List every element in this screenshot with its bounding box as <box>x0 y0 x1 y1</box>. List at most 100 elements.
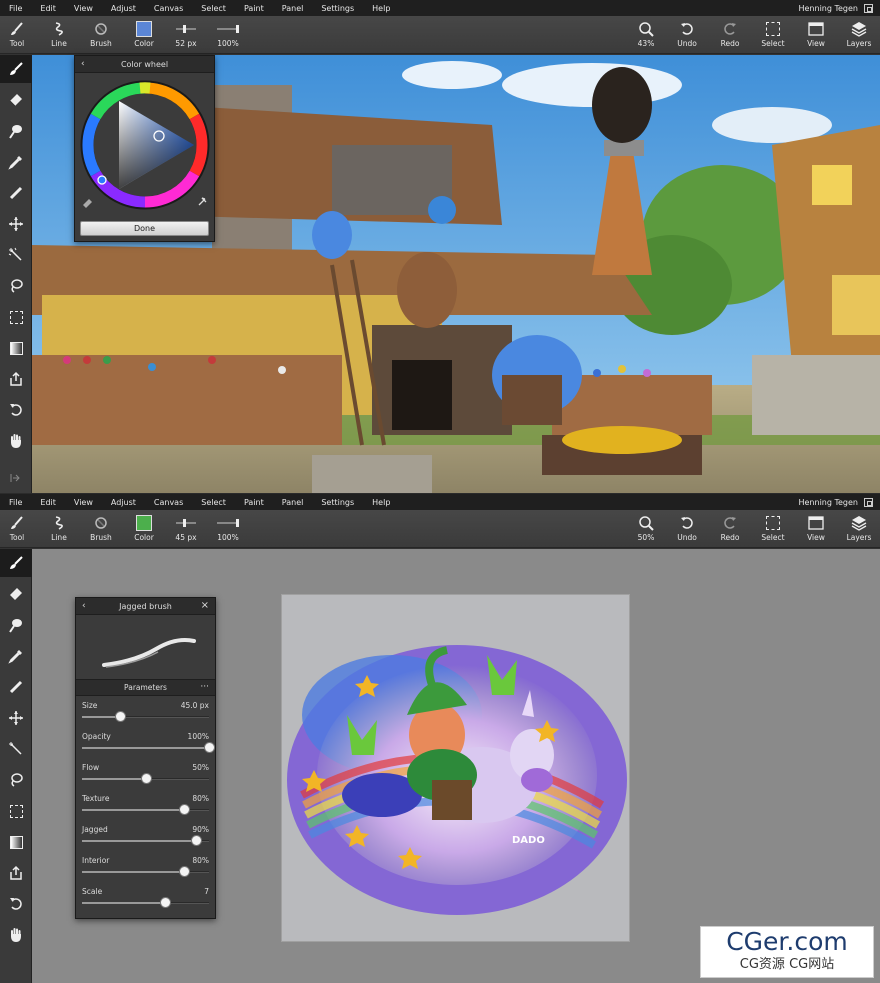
param-track[interactable] <box>82 835 209 846</box>
menu-file[interactable]: File <box>0 4 31 13</box>
eyedropper-icon[interactable] <box>198 197 207 206</box>
param-texture[interactable]: Texture 80% <box>82 794 209 825</box>
param-size[interactable]: Size 45.0 px <box>82 701 209 732</box>
tool-button[interactable]: Tool <box>0 513 35 547</box>
menu-view[interactable]: View <box>65 498 102 507</box>
tool-magic-wand[interactable] <box>0 735 32 763</box>
tool-magic-wand[interactable] <box>0 241 32 269</box>
line-button[interactable]: Line <box>41 513 77 547</box>
tool-lasso[interactable] <box>0 272 32 300</box>
zoom-control[interactable]: 43% <box>628 19 664 53</box>
menu-canvas[interactable]: Canvas <box>145 4 192 13</box>
menu-help[interactable]: Help <box>363 498 399 507</box>
eraser-icon[interactable] <box>83 199 92 208</box>
tool-eraser[interactable] <box>0 580 32 608</box>
param-track[interactable] <box>82 773 209 784</box>
select-button[interactable]: Select <box>755 19 791 53</box>
fullscreen-icon[interactable] <box>864 3 873 13</box>
tool-eraser[interactable] <box>0 86 32 114</box>
line-button[interactable]: Line <box>41 19 77 53</box>
menu-paint[interactable]: Paint <box>235 4 273 13</box>
close-icon[interactable]: × <box>201 600 209 611</box>
tool-marquee[interactable] <box>0 303 32 331</box>
param-knob[interactable] <box>115 711 127 722</box>
undo-button[interactable]: Undo <box>669 19 705 53</box>
tool-brush[interactable] <box>0 55 32 83</box>
param-interior[interactable]: Interior 80% <box>82 856 209 887</box>
menu-edit[interactable]: Edit <box>31 4 65 13</box>
size-control[interactable]: 45 px <box>168 513 204 547</box>
tool-hand[interactable] <box>0 921 32 949</box>
tool-gradient[interactable] <box>0 828 32 856</box>
done-button[interactable]: Done <box>80 221 209 236</box>
menu-adjust[interactable]: Adjust <box>102 498 145 507</box>
menu-edit[interactable]: Edit <box>31 498 65 507</box>
tool-share[interactable] <box>0 365 32 393</box>
tool-rotate[interactable] <box>0 890 32 918</box>
menu-settings[interactable]: Settings <box>312 498 363 507</box>
canvas-artwork-unicorn[interactable]: DADO <box>281 594 630 942</box>
param-knob[interactable] <box>204 742 215 753</box>
param-knob[interactable] <box>140 773 152 784</box>
layers-button[interactable]: Layers <box>841 513 877 547</box>
tool-ruler[interactable] <box>0 673 32 701</box>
fullscreen-icon[interactable] <box>864 497 873 507</box>
tool-move[interactable] <box>0 210 32 238</box>
tool-rotate[interactable] <box>0 396 32 424</box>
tool-eyedropper[interactable] <box>0 148 32 176</box>
menu-view[interactable]: View <box>65 4 102 13</box>
undo-button[interactable]: Undo <box>669 513 705 547</box>
menu-canvas[interactable]: Canvas <box>145 498 192 507</box>
tool-button[interactable]: Tool <box>0 19 35 53</box>
tool-hand[interactable] <box>0 427 32 455</box>
param-track[interactable] <box>82 711 209 722</box>
menu-panel[interactable]: Panel <box>273 498 313 507</box>
color-button[interactable]: Color <box>126 19 162 53</box>
menu-adjust[interactable]: Adjust <box>102 4 145 13</box>
tool-move[interactable] <box>0 704 32 732</box>
layers-button[interactable]: Layers <box>841 19 877 53</box>
menu-select[interactable]: Select <box>192 4 235 13</box>
select-button[interactable]: Select <box>755 513 791 547</box>
tool-ruler[interactable] <box>0 179 32 207</box>
menu-help[interactable]: Help <box>363 4 399 13</box>
tool-eyedropper[interactable] <box>0 642 32 670</box>
opacity-control[interactable]: 100% <box>210 19 246 53</box>
tool-gradient[interactable] <box>0 334 32 362</box>
param-track[interactable] <box>82 866 209 877</box>
param-track[interactable] <box>82 897 209 908</box>
back-chevron-icon[interactable]: ‹ <box>81 59 85 69</box>
more-options-icon[interactable]: ··· <box>200 682 209 692</box>
size-control[interactable]: 52 px <box>168 19 204 53</box>
menu-panel[interactable]: Panel <box>273 4 313 13</box>
opacity-control[interactable]: 100% <box>210 513 246 547</box>
redo-button[interactable]: Redo <box>712 19 748 53</box>
param-track[interactable] <box>82 804 209 815</box>
brush-button[interactable]: Brush <box>83 513 119 547</box>
expand-icon[interactable] <box>10 473 20 483</box>
tool-brush[interactable] <box>0 549 32 577</box>
param-opacity[interactable]: Opacity 100% <box>82 732 215 763</box>
param-knob[interactable] <box>178 866 190 877</box>
param-knob[interactable] <box>191 835 203 846</box>
brush-button[interactable]: Brush <box>83 19 119 53</box>
param-knob[interactable] <box>159 897 171 908</box>
zoom-control[interactable]: 50% <box>628 513 664 547</box>
tool-share[interactable] <box>0 859 32 887</box>
menu-select[interactable]: Select <box>192 498 235 507</box>
menu-file[interactable]: File <box>0 498 31 507</box>
view-button[interactable]: View <box>798 19 834 53</box>
menu-settings[interactable]: Settings <box>312 4 363 13</box>
tool-smudge[interactable] <box>0 117 32 145</box>
menu-paint[interactable]: Paint <box>235 498 273 507</box>
param-flow[interactable]: Flow 50% <box>82 763 209 794</box>
view-button[interactable]: View <box>798 513 834 547</box>
tool-marquee[interactable] <box>0 797 32 825</box>
redo-button[interactable]: Redo <box>712 513 748 547</box>
tool-smudge[interactable] <box>0 611 32 639</box>
color-wheel[interactable] <box>75 73 214 213</box>
param-knob[interactable] <box>178 804 190 815</box>
param-scale[interactable]: Scale 7 <box>82 887 209 918</box>
param-jagged[interactable]: Jagged 90% <box>82 825 209 856</box>
tool-lasso[interactable] <box>0 766 32 794</box>
